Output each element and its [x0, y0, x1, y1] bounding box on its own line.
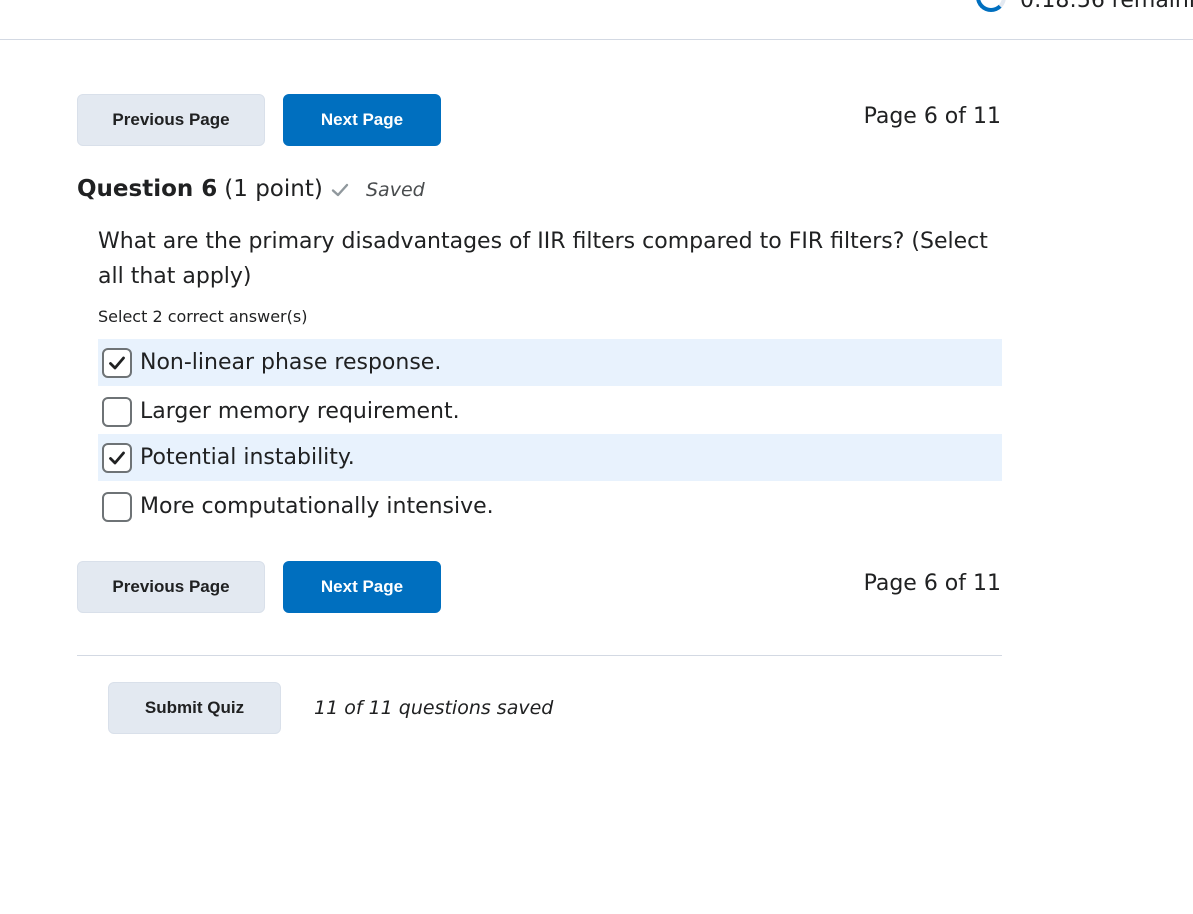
- checkmark-icon: [109, 451, 125, 464]
- answer-label[interactable]: More computationally intensive.: [140, 494, 494, 519]
- page-indicator-bottom: Page 6 of 11: [863, 571, 1001, 596]
- answer-option[interactable]: Non-linear phase response.: [98, 339, 1002, 386]
- answer-label[interactable]: Non-linear phase response.: [140, 350, 441, 375]
- answer-instruction: Select 2 correct answer(s): [98, 307, 308, 326]
- question-text: What are the primary disadvantages of II…: [98, 229, 988, 289]
- answer-label[interactable]: Potential instability.: [140, 445, 355, 470]
- timer-remaining: 0:18:56 remaining: [1020, 0, 1193, 13]
- save-status: Saved: [330, 179, 425, 201]
- previous-page-button-bottom[interactable]: Previous Page: [77, 561, 265, 613]
- checkmark-icon: [109, 356, 125, 369]
- previous-page-button-top[interactable]: Previous Page: [77, 94, 265, 146]
- answer-checkbox[interactable]: [102, 396, 132, 427]
- answer-checkbox[interactable]: [102, 491, 132, 522]
- answer-label[interactable]: Larger memory requirement.: [140, 399, 460, 424]
- answer-checkbox[interactable]: [102, 442, 132, 473]
- answer-option[interactable]: Larger memory requirement.: [98, 388, 1002, 435]
- answer-checkbox[interactable]: [102, 347, 132, 378]
- question-points: (1 point): [224, 176, 323, 202]
- timer-progress-icon: [976, 0, 1006, 12]
- question-title: Question 6: [77, 176, 218, 202]
- submit-quiz-button[interactable]: Submit Quiz: [108, 682, 281, 734]
- top-bar: 0:18:56 remaining: [0, 0, 1193, 40]
- next-page-button-top[interactable]: Next Page: [283, 94, 441, 146]
- answer-option[interactable]: More computationally intensive.: [98, 483, 1002, 530]
- next-page-button-bottom[interactable]: Next Page: [283, 561, 441, 613]
- answer-option[interactable]: Potential instability.: [98, 434, 1002, 481]
- checkmark-icon: [330, 180, 350, 200]
- question-header: Question 6 (1 point): [77, 176, 323, 202]
- saved-label: Saved: [366, 179, 425, 201]
- divider: [77, 655, 1002, 656]
- page-indicator-top: Page 6 of 11: [863, 104, 1001, 129]
- questions-saved-status: 11 of 11 questions saved: [314, 697, 554, 719]
